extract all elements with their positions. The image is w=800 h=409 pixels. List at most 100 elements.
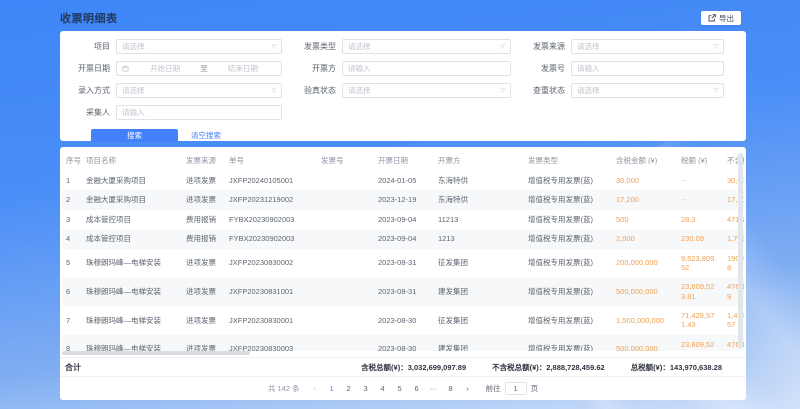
table-cell: 8 bbox=[62, 335, 82, 351]
filter-panel: 项目 请选择 ▽ 发票类型 请选择 ▽ 发票来源 请选择 ▽ bbox=[60, 31, 746, 141]
next-page-button[interactable]: › bbox=[463, 384, 473, 393]
chevron-down-icon: ▽ bbox=[271, 88, 276, 94]
table-cell: FYBX20230902003 bbox=[225, 229, 317, 248]
page-number[interactable]: 4 bbox=[378, 384, 388, 393]
select-placeholder: 请选择 bbox=[348, 41, 500, 52]
page-number[interactable]: 5 bbox=[395, 384, 405, 393]
filter-label: 发票类型 bbox=[294, 41, 342, 52]
total-tax: 总税额(¥)：143,970,638.28 bbox=[631, 362, 722, 373]
summary-label: 合计 bbox=[65, 362, 81, 373]
column-header: 单号 bbox=[225, 151, 317, 171]
table-cell: 增值税专用发票(蓝) bbox=[524, 229, 612, 248]
table-cell: 进项发票 bbox=[182, 277, 225, 306]
invoice-type-select[interactable]: 请选择 ▽ bbox=[342, 39, 511, 54]
table-cell: 进项发票 bbox=[182, 249, 225, 278]
column-header: 开票日期 bbox=[374, 151, 434, 171]
table-cell: 28.3 bbox=[677, 210, 723, 229]
table-cell: JXFP20230831001 bbox=[225, 277, 317, 306]
table-cell: 征发集团 bbox=[434, 306, 524, 335]
table-cell: JXFP20240105001 bbox=[225, 171, 317, 190]
export-button[interactable]: 导出 bbox=[701, 11, 741, 25]
filter-actions: 搜索 清空搜索 bbox=[91, 129, 736, 142]
table-cell: 3 bbox=[62, 210, 82, 229]
invoice-no-input[interactable]: 请输入 bbox=[571, 61, 724, 76]
entry-method-select[interactable]: 请选择 ▽ bbox=[116, 83, 282, 98]
select-placeholder: 请选择 bbox=[122, 85, 271, 96]
filter-label: 录入方式 bbox=[68, 85, 116, 96]
table-cell: 东海特供 bbox=[434, 190, 524, 209]
table-cell: 珠穆朗玛峰—电梯安装 bbox=[82, 277, 182, 306]
table-cell: 增值税专用发票(蓝) bbox=[524, 277, 612, 306]
table-cell: 7 bbox=[62, 306, 82, 335]
chevron-down-icon: ▽ bbox=[713, 44, 718, 50]
filter-label: 开票方 bbox=[294, 63, 342, 74]
start-date-placeholder: 开始日期 bbox=[132, 63, 198, 74]
prev-page-button[interactable]: ‹ bbox=[310, 384, 320, 393]
dup-status-select[interactable]: 请选择 ▽ bbox=[571, 83, 724, 98]
column-header: 税额 (¥) bbox=[677, 151, 723, 171]
table-cell: 9,523,809.52 bbox=[677, 249, 723, 278]
search-button[interactable]: 搜索 bbox=[91, 129, 178, 142]
filter-label: 采集人 bbox=[68, 107, 116, 118]
export-icon bbox=[708, 14, 716, 22]
table-cell: 2024-01-05 bbox=[374, 171, 434, 190]
table-cell: 珠穆朗玛峰—电梯安装 bbox=[82, 335, 182, 351]
project-select[interactable]: 请选择 ▽ bbox=[116, 39, 282, 54]
page-number[interactable]: 8 bbox=[446, 384, 456, 393]
table-cell: JXFP20230830003 bbox=[225, 335, 317, 351]
table-cell: 2,000 bbox=[612, 229, 677, 248]
table-cell: -- bbox=[677, 190, 723, 209]
select-placeholder: 请选择 bbox=[122, 41, 271, 52]
table-cell: 17,200 bbox=[612, 190, 677, 209]
table-cell: 1,500,000,000 bbox=[612, 306, 677, 335]
table-cell: 建发集团 bbox=[434, 335, 524, 351]
page-title: 收票明细表 bbox=[60, 10, 118, 26]
table-row: 8珠穆朗玛峰—电梯安装进项发票JXFP202308300032023-08-30… bbox=[62, 335, 744, 351]
table-cell: 增值税专用发票(蓝) bbox=[524, 335, 612, 351]
table-cell: 进项发票 bbox=[182, 190, 225, 209]
page-number[interactable]: 2 bbox=[344, 384, 354, 393]
table-cell: 东海特供 bbox=[434, 171, 524, 190]
table-row: 7珠穆朗玛峰—电梯安装进项发票JXFP202308300012023-08-30… bbox=[62, 306, 744, 335]
table-cell: 500,000,000 bbox=[612, 277, 677, 306]
verify-status-select[interactable]: 请选择 ▽ bbox=[342, 83, 511, 98]
table-cell: 23,809,523.81 bbox=[677, 335, 723, 351]
input-placeholder: 请输入 bbox=[577, 63, 718, 74]
vertical-scrollbar[interactable] bbox=[738, 153, 743, 349]
table-row: 5珠穆朗玛峰—电梯安装进项发票JXFP202308300022023-08-31… bbox=[62, 249, 744, 278]
invoice-source-select[interactable]: 请选择 ▽ bbox=[571, 39, 724, 54]
goto-page-input[interactable] bbox=[505, 382, 527, 395]
table-cell: 2023-09-04 bbox=[374, 229, 434, 248]
invoice-table-panel: 序号项目名称发票来源单号发票号开票日期开票方发票类型含税金额 (¥)税额 (¥)… bbox=[60, 147, 746, 400]
date-range-picker[interactable]: 开始日期 至 结束日期 bbox=[116, 61, 282, 76]
filter-project: 项目 请选择 ▽ bbox=[68, 39, 294, 54]
total-with-tax: 含税总额(¥)：3,032,699,097.89 bbox=[361, 362, 466, 373]
table-cell: 费用报销 bbox=[182, 210, 225, 229]
export-button-label: 导出 bbox=[719, 13, 734, 24]
issuer-input[interactable]: 请输入 bbox=[342, 61, 511, 76]
filter-collector: 采集人 请输入 bbox=[68, 105, 294, 120]
page-number[interactable]: 1 bbox=[327, 384, 337, 393]
filter-dup-status: 查重状态 请选择 ▽ bbox=[523, 83, 736, 98]
filter-issuer: 开票方 请输入 bbox=[294, 61, 523, 76]
page-number[interactable]: 6 bbox=[412, 384, 422, 393]
chevron-down-icon: ▽ bbox=[713, 88, 718, 94]
table-cell: 2023-08-30 bbox=[374, 335, 434, 351]
table-cell bbox=[317, 210, 374, 229]
page-number[interactable]: 3 bbox=[361, 384, 371, 393]
clear-search-link[interactable]: 清空搜索 bbox=[191, 130, 221, 141]
filter-verify-status: 验真状态 请选择 ▽ bbox=[294, 83, 523, 98]
chevron-down-icon: ▽ bbox=[271, 44, 276, 50]
filter-invoice-type: 发票类型 请选择 ▽ bbox=[294, 39, 523, 54]
table-cell: 金融大厦采购项目 bbox=[82, 171, 182, 190]
table-body: 1金融大厦采购项目进项发票JXFP202401050012024-01-05东海… bbox=[62, 171, 744, 351]
table-cell: 进项发票 bbox=[182, 306, 225, 335]
column-header: 开票方 bbox=[434, 151, 524, 171]
filter-label: 查重状态 bbox=[523, 85, 571, 96]
table-cell: 建发集团 bbox=[434, 277, 524, 306]
horizontal-scrollbar[interactable] bbox=[62, 351, 250, 355]
table-cell: 珠穆朗玛峰—电梯安装 bbox=[82, 249, 182, 278]
collector-input[interactable]: 请输入 bbox=[116, 105, 282, 120]
table-cell: 成本管控项目 bbox=[82, 210, 182, 229]
column-header: 项目名称 bbox=[82, 151, 182, 171]
